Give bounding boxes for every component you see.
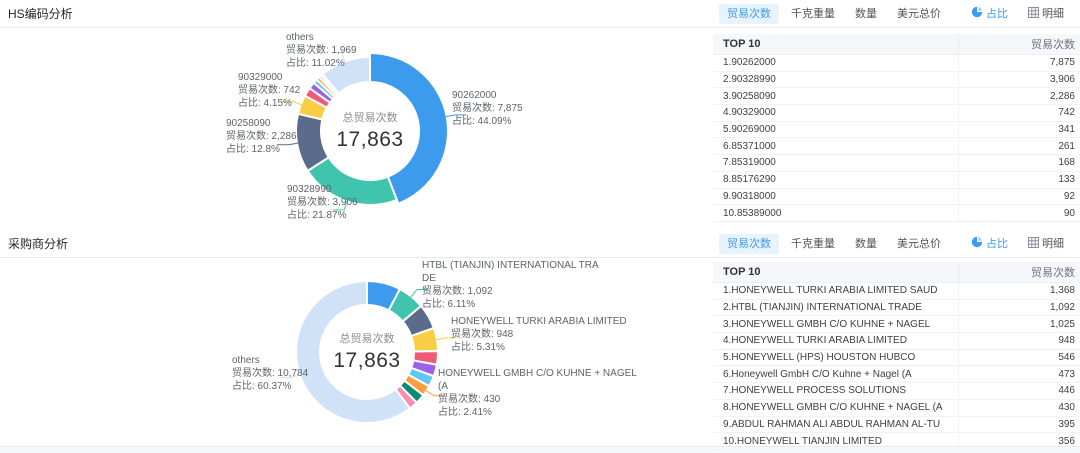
pie-label-honeywell-turki: HONEYWELL TURKI ARABIA LIMITED 贸易次数: 948…: [451, 315, 627, 354]
table-row: 5.90269000341: [713, 122, 1080, 139]
table-row: 9.9031800092: [713, 189, 1080, 206]
table-row: 5.HONEYWELL (HPS) HOUSTON HUBCO546: [713, 350, 1080, 367]
metric-button-quantity[interactable]: 数量: [847, 4, 885, 24]
table-row: 2.903289903,906: [713, 72, 1080, 89]
section-header: HS编码分析 贸易次数 千克重量 数量 美元总价 占比 明细: [0, 0, 1080, 28]
view-toggle-detail[interactable]: 明细: [1020, 233, 1072, 255]
metric-button-kg-weight[interactable]: 千克重量: [783, 4, 843, 24]
metric-button-usd-total[interactable]: 美元总价: [889, 234, 949, 254]
pie-label-others: others 贸易次数: 10,784 占比: 60.37%: [232, 354, 308, 393]
section-purchaser-analysis: 采购商分析 贸易次数 千克重量 数量 美元总价 占比 明细 总贸易次数 17,8…: [0, 230, 1080, 446]
table-row: 9.ABDUL RAHMAN ALI ABDUL RAHMAN AL-TU395: [713, 417, 1080, 434]
metric-toolbar: 贸易次数 千克重量 数量 美元总价 占比 明细: [719, 2, 1072, 25]
section-content: 总贸易次数 17,863 others 贸易次数: 1,969 占比: 11.0…: [0, 28, 1080, 230]
table-row: 3.HONEYWELL GMBH C/O KUHNE + NAGEL1,025: [713, 316, 1080, 333]
section-header: 采购商分析 贸易次数 千克重量 数量 美元总价 占比 明细: [0, 230, 1080, 258]
section-content: 总贸易次数 17,863 HTBL (TIANJIN) INTERNATIONA…: [0, 258, 1080, 446]
table-row: 7.85319000168: [713, 155, 1080, 172]
table-header: TOP 10 贸易次数: [713, 262, 1080, 283]
pie-label-90258090: 90258090 贸易次数: 2,286 占比: 12.8%: [226, 117, 297, 156]
table-row: 8.85176290133: [713, 172, 1080, 189]
top10-table-hs-codes: TOP 10 贸易次数 1.902620007,875 2.903289903,…: [713, 34, 1080, 222]
view-toggle-detail[interactable]: 明细: [1020, 3, 1072, 25]
view-toggle-pie[interactable]: 占比: [963, 232, 1016, 255]
pie-label-honeywell-gmbh: HONEYWELL GMBH C/O KUHNE + NAGEL (A 贸易次数…: [438, 367, 637, 419]
table-row: 7.HONEYWELL PROCESS SOLUTIONS446: [713, 383, 1080, 400]
pie-label-90328990: 90328990 贸易次数: 3,906 占比: 21.87%: [287, 183, 358, 222]
pie-chart-icon: [971, 6, 983, 21]
metric-button-trade-count[interactable]: 贸易次数: [719, 234, 779, 254]
table-row: 6.Honeywell GmbH C/O Kuhne + Nagel (A473: [713, 366, 1080, 383]
table-header: TOP 10 贸易次数: [713, 34, 1080, 55]
section-title: HS编码分析: [8, 5, 73, 22]
view-toggle-pie[interactable]: 占比: [963, 2, 1016, 25]
section-title: 采购商分析: [8, 235, 68, 252]
pie-chart-icon: [971, 236, 983, 251]
table-row: 10.HONEYWELL TIANJIN LIMITED356: [713, 433, 1080, 450]
section-hs-code-analysis: HS编码分析 贸易次数 千克重量 数量 美元总价 占比 明细 总贸易次数 17,…: [0, 0, 1080, 230]
metric-button-kg-weight[interactable]: 千克重量: [783, 234, 843, 254]
metric-button-trade-count[interactable]: 贸易次数: [719, 4, 779, 24]
table-row: 4.HONEYWELL TURKI ARABIA LIMITED948: [713, 333, 1080, 350]
top10-table-purchasers: TOP 10 贸易次数 1.HONEYWELL TURKI ARABIA LIM…: [713, 262, 1080, 450]
table-row: 1.HONEYWELL TURKI ARABIA LIMITED SAUD1,3…: [713, 283, 1080, 300]
detail-grid-icon: [1028, 237, 1039, 251]
pie-label-90262000: 90262000 贸易次数: 7,875 占比: 44.09%: [452, 89, 523, 128]
table-row: 2.HTBL (TIANJIN) INTERNATIONAL TRADE1,09…: [713, 300, 1080, 317]
table-row: 4.90329000742: [713, 105, 1080, 122]
table-row: 6.85371000261: [713, 138, 1080, 155]
pie-label-htbl: HTBL (TIANJIN) INTERNATIONAL TRA DE 贸易次数…: [422, 259, 599, 311]
metric-toolbar: 贸易次数 千克重量 数量 美元总价 占比 明细: [719, 232, 1072, 255]
metric-button-usd-total[interactable]: 美元总价: [889, 4, 949, 24]
table-row: 10.8538900090: [713, 205, 1080, 222]
pie-label-others: others 贸易次数: 1,969 占比: 11.02%: [286, 31, 357, 70]
detail-grid-icon: [1028, 7, 1039, 21]
metric-button-quantity[interactable]: 数量: [847, 234, 885, 254]
pie-label-90329000: 90329000 贸易次数: 742 占比: 4.15%: [238, 71, 300, 110]
table-row: 8.HONEYWELL GMBH C/O KUHNE + NAGEL (A430: [713, 400, 1080, 417]
table-row: 3.902580902,286: [713, 88, 1080, 105]
table-row: 1.902620007,875: [713, 55, 1080, 72]
